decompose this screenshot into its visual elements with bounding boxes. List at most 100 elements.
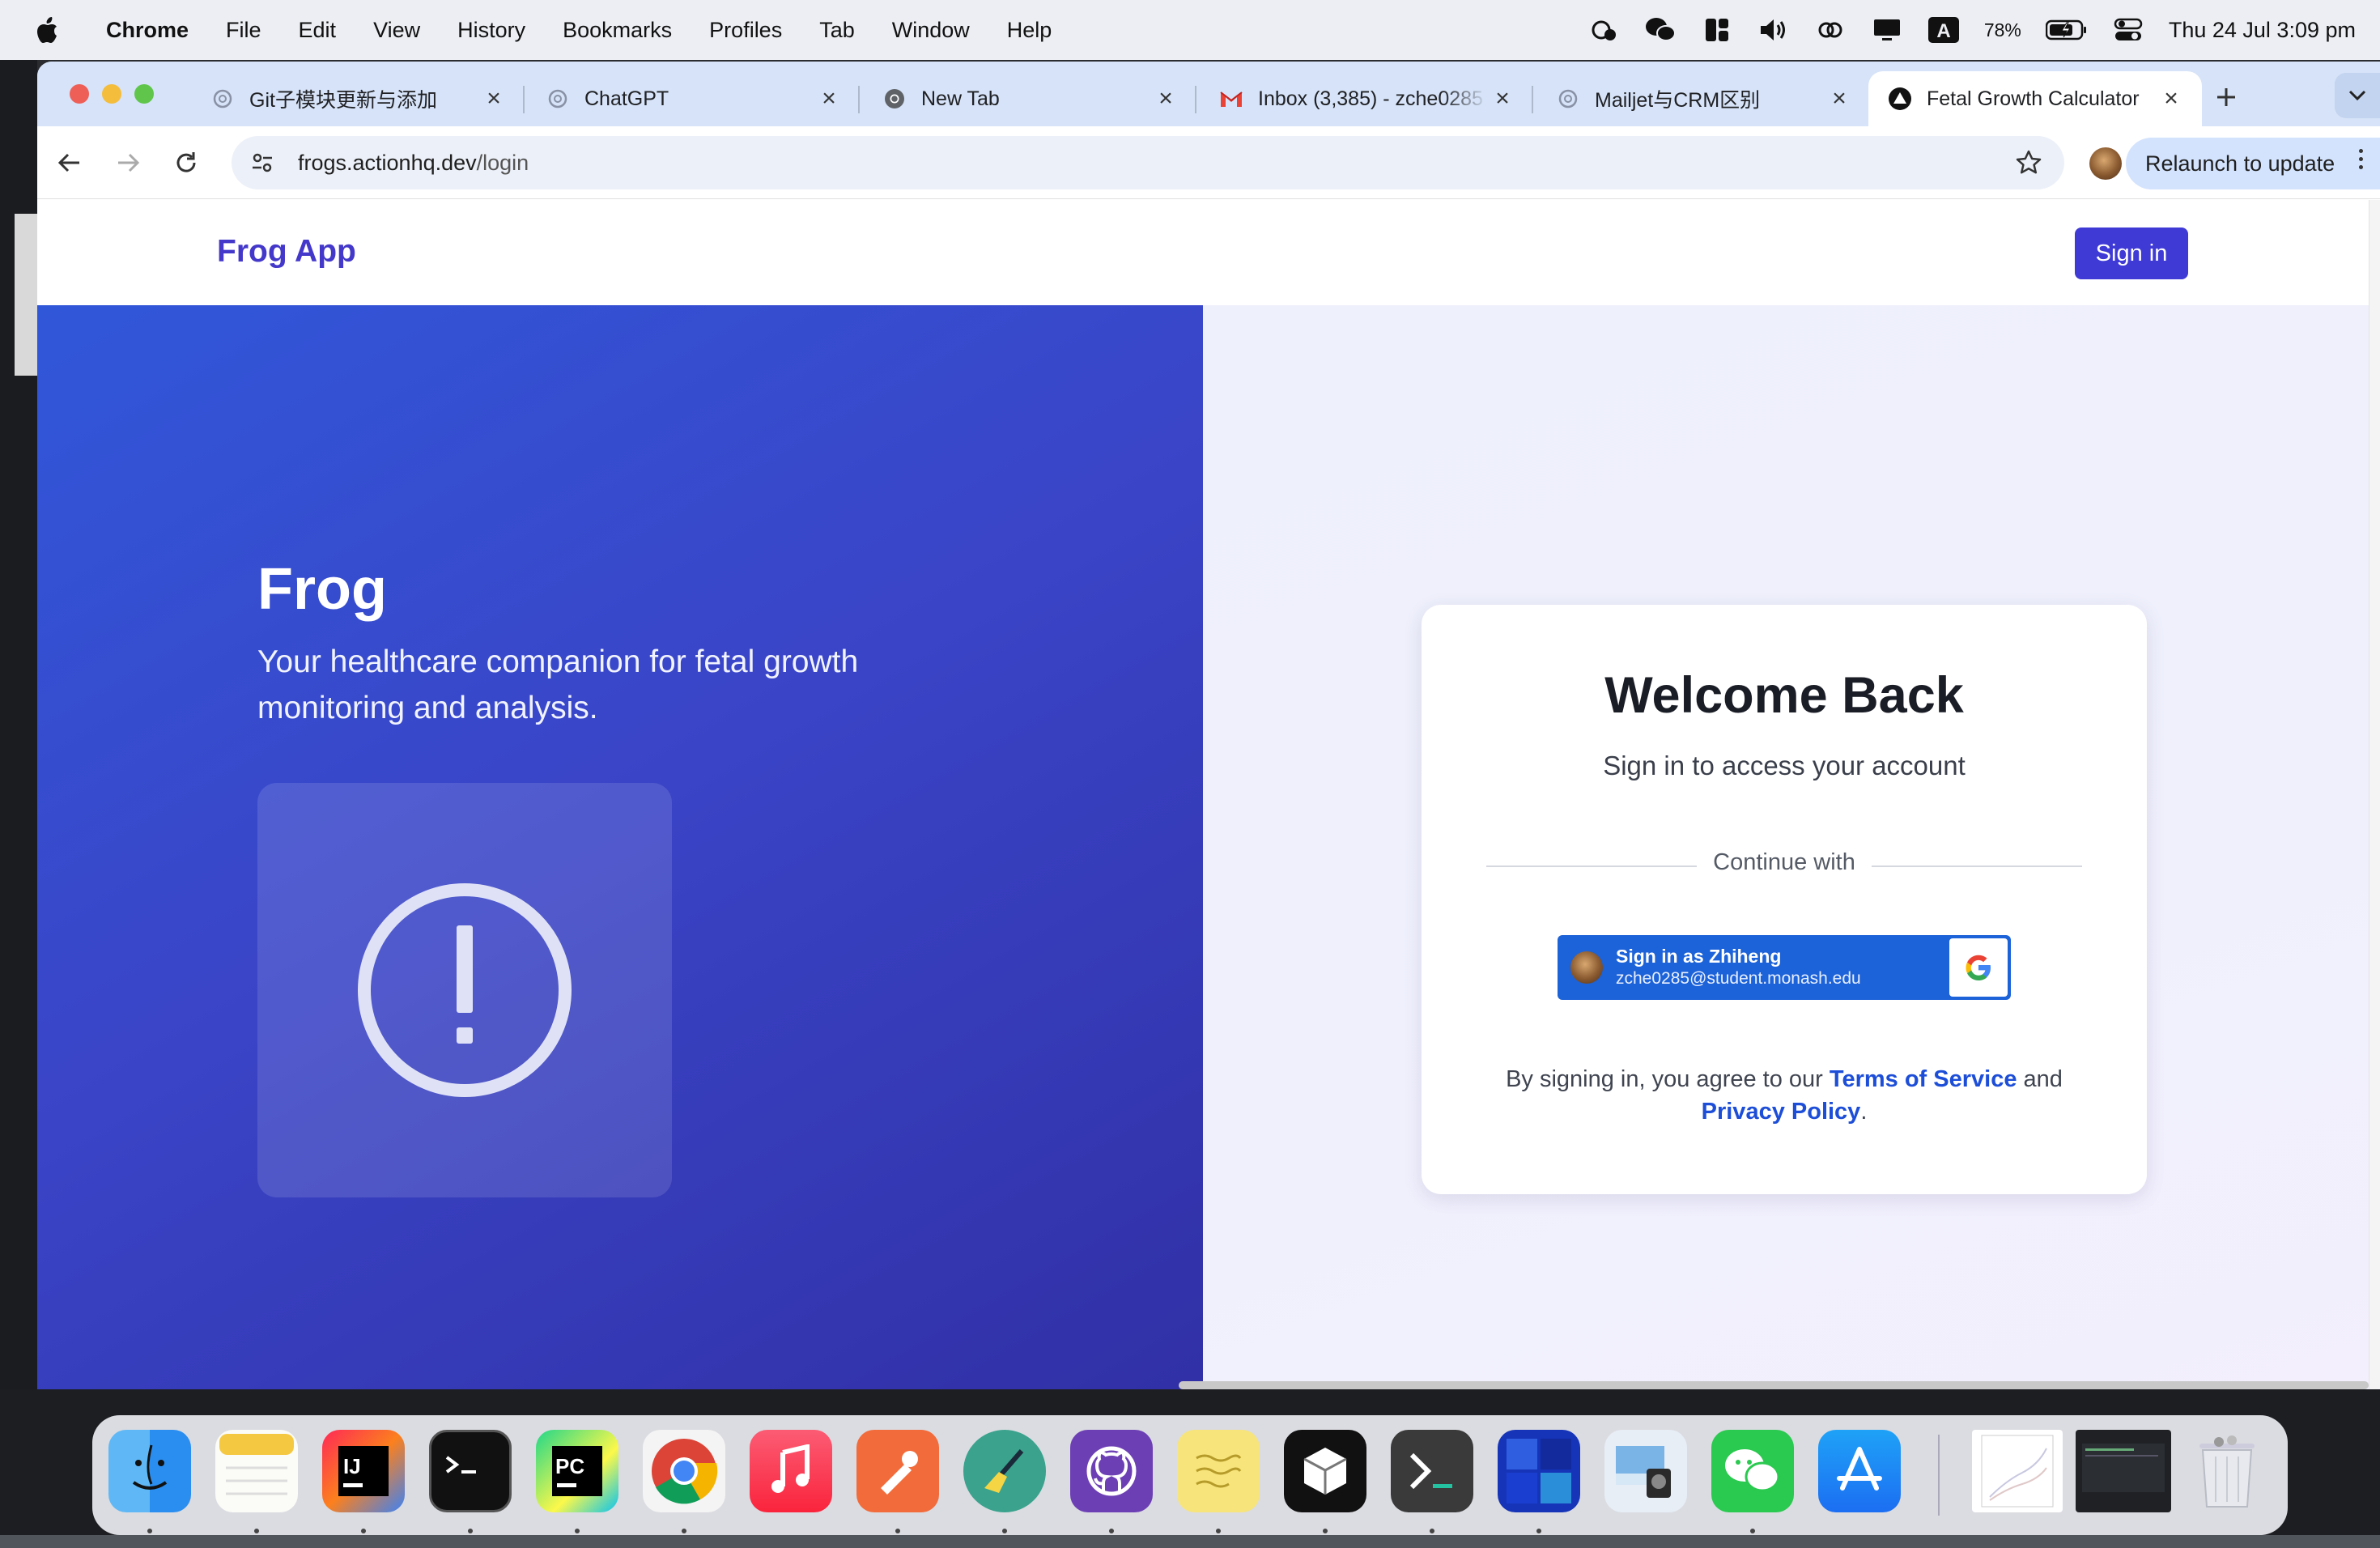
- tab-title: Mailjet与CRM区别: [1595, 89, 1761, 112]
- broom-app-icon[interactable]: [963, 1430, 1046, 1512]
- terminal-icon[interactable]: [429, 1430, 512, 1512]
- svg-text:PC: PC: [555, 1454, 584, 1478]
- address-bar[interactable]: frogs.actionhq.dev/login: [232, 136, 2064, 189]
- svg-text:IJ: IJ: [343, 1454, 361, 1478]
- terms-of-service-link[interactable]: Terms of Service: [1830, 1066, 2017, 1092]
- menu-view[interactable]: View: [355, 18, 439, 43]
- relaunch-label: Relaunch to update: [2145, 151, 2335, 176]
- web-page: Frog App Sign in Frog Your healthcare co…: [37, 200, 2380, 1389]
- more-menu-icon[interactable]: [2352, 149, 2369, 169]
- google-logo-icon: [1949, 938, 2008, 997]
- tab-chatgpt[interactable]: ChatGPT ×: [526, 71, 860, 126]
- menu-window[interactable]: Window: [873, 18, 988, 43]
- bookmark-star-icon[interactable]: [2014, 148, 2043, 177]
- chatgpt-icon: [210, 87, 235, 111]
- screen-time-icon[interactable]: [1587, 14, 1620, 46]
- menu-help[interactable]: Help: [988, 18, 1071, 43]
- tab-title: Inbox (3,385) - zche0285: [1258, 87, 1483, 110]
- hero-title: Frog: [257, 557, 387, 622]
- divider-label: Continue with: [1713, 849, 1855, 875]
- tab-gmail-inbox[interactable]: Inbox (3,385) - zche0285 ×: [1200, 71, 1533, 126]
- browser-toolbar: frogs.actionhq.dev/login Relaunch to upd…: [37, 126, 2380, 199]
- menubar-clock[interactable]: Thu 24 Jul 3:09 pm: [2169, 18, 2356, 43]
- link-icon[interactable]: [1814, 14, 1847, 46]
- wechat-icon[interactable]: [1711, 1430, 1794, 1512]
- grid-icon[interactable]: [1701, 14, 1733, 46]
- control-center-icon[interactable]: [2112, 14, 2144, 46]
- pycharm-icon[interactable]: PC: [536, 1430, 618, 1512]
- postman-icon[interactable]: [856, 1430, 939, 1512]
- window-thumbnail[interactable]: [2076, 1430, 2171, 1512]
- tab-close-icon[interactable]: ×: [1488, 84, 1517, 113]
- forward-button[interactable]: [108, 143, 147, 182]
- display-icon[interactable]: [1871, 14, 1903, 46]
- cube-app-icon[interactable]: [1284, 1430, 1366, 1512]
- notes-icon[interactable]: [215, 1430, 298, 1512]
- hero-tagline: Your healthcare companion for fetal grow…: [257, 644, 859, 725]
- window-close-button[interactable]: [70, 84, 89, 104]
- tab-fetal-growth-calculator[interactable]: Fetal Growth Calculator ×: [1868, 71, 2202, 126]
- menu-tab[interactable]: Tab: [801, 18, 873, 43]
- menu-edit[interactable]: Edit: [280, 18, 355, 43]
- site-info-icon[interactable]: [246, 151, 278, 175]
- chevron-down-icon: [2348, 90, 2366, 101]
- legal-mid: and: [2017, 1066, 2063, 1092]
- terminal-prompt-icon[interactable]: [1391, 1430, 1473, 1512]
- profile-avatar[interactable]: [2089, 147, 2122, 180]
- battery-percentage: 78%: [1983, 19, 2021, 40]
- back-button[interactable]: [50, 143, 89, 182]
- relaunch-to-update-button[interactable]: Relaunch to update: [2126, 138, 2380, 189]
- legal-prefix: By signing in, you agree to our: [1506, 1066, 1830, 1092]
- tab-search-button[interactable]: [2335, 73, 2380, 118]
- blocks-app-icon[interactable]: [1498, 1430, 1580, 1512]
- tab-mailjet-crm[interactable]: Mailjet与CRM区别 ×: [1536, 71, 1870, 126]
- volume-icon[interactable]: [1757, 14, 1790, 46]
- running-indicator: [575, 1529, 580, 1533]
- tab-close-icon[interactable]: ×: [1825, 84, 1854, 113]
- url-host: frogs.actionhq.dev: [298, 150, 477, 175]
- github-desktop-icon[interactable]: [1070, 1430, 1153, 1512]
- site-triangle-icon: [1888, 87, 1912, 111]
- document-thumbnail[interactable]: [1972, 1430, 2063, 1512]
- chrome-icon[interactable]: [643, 1430, 725, 1512]
- running-indicator: [254, 1529, 259, 1533]
- tab-new-tab[interactable]: New Tab ×: [863, 71, 1196, 126]
- menu-app-name[interactable]: Chrome: [87, 18, 207, 43]
- preview-icon[interactable]: [1604, 1430, 1687, 1512]
- input-source-letter: A: [1936, 20, 1950, 42]
- input-source-icon[interactable]: A: [1927, 14, 1960, 46]
- header-sign-in-button[interactable]: Sign in: [2075, 228, 2188, 279]
- privacy-policy-link[interactable]: Privacy Policy: [1702, 1099, 1861, 1125]
- horizontal-scrollbar[interactable]: [1179, 1381, 2369, 1389]
- desktop-background-left: [0, 60, 37, 1420]
- dock-divider: [1938, 1435, 1940, 1516]
- wechat-icon[interactable]: [1644, 14, 1677, 46]
- trash-icon[interactable]: [2186, 1430, 2268, 1512]
- tab-git-submodule[interactable]: Git子模块更新与添加 ×: [191, 71, 525, 126]
- tab-close-icon[interactable]: ×: [2157, 84, 2186, 113]
- intellij-icon[interactable]: IJ: [322, 1430, 405, 1512]
- music-icon[interactable]: [750, 1430, 832, 1512]
- window-minimize-button[interactable]: [102, 84, 121, 104]
- menu-bookmarks[interactable]: Bookmarks: [544, 18, 691, 43]
- stickies-icon[interactable]: [1177, 1430, 1260, 1512]
- site-brand-logo[interactable]: Frog App: [217, 234, 356, 270]
- url-text[interactable]: frogs.actionhq.dev/login: [298, 151, 529, 176]
- tab-close-icon[interactable]: ×: [1151, 84, 1180, 113]
- app-store-icon[interactable]: [1818, 1430, 1901, 1512]
- window-zoom-button[interactable]: [134, 84, 154, 104]
- tab-close-icon[interactable]: ×: [479, 84, 508, 113]
- google-sign-in-button[interactable]: Sign in as Zhiheng zche0285@student.mona…: [1558, 935, 2011, 1000]
- menu-profiles[interactable]: Profiles: [691, 18, 801, 43]
- menu-file[interactable]: File: [207, 18, 280, 43]
- finder-icon[interactable]: [108, 1430, 191, 1512]
- menu-history[interactable]: History: [439, 18, 544, 43]
- new-tab-button[interactable]: [2207, 78, 2246, 117]
- vertical-scrollbar[interactable]: [2369, 200, 2380, 1389]
- battery-icon[interactable]: [2045, 14, 2088, 46]
- apple-menu-icon[interactable]: [31, 16, 63, 44]
- tab-close-icon[interactable]: ×: [814, 84, 844, 113]
- tab-title: New Tab: [921, 87, 1000, 110]
- reload-button[interactable]: [167, 143, 206, 182]
- chrome-window: Git子模块更新与添加 × ChatGPT × New Tab × Inbox …: [37, 62, 2380, 1389]
